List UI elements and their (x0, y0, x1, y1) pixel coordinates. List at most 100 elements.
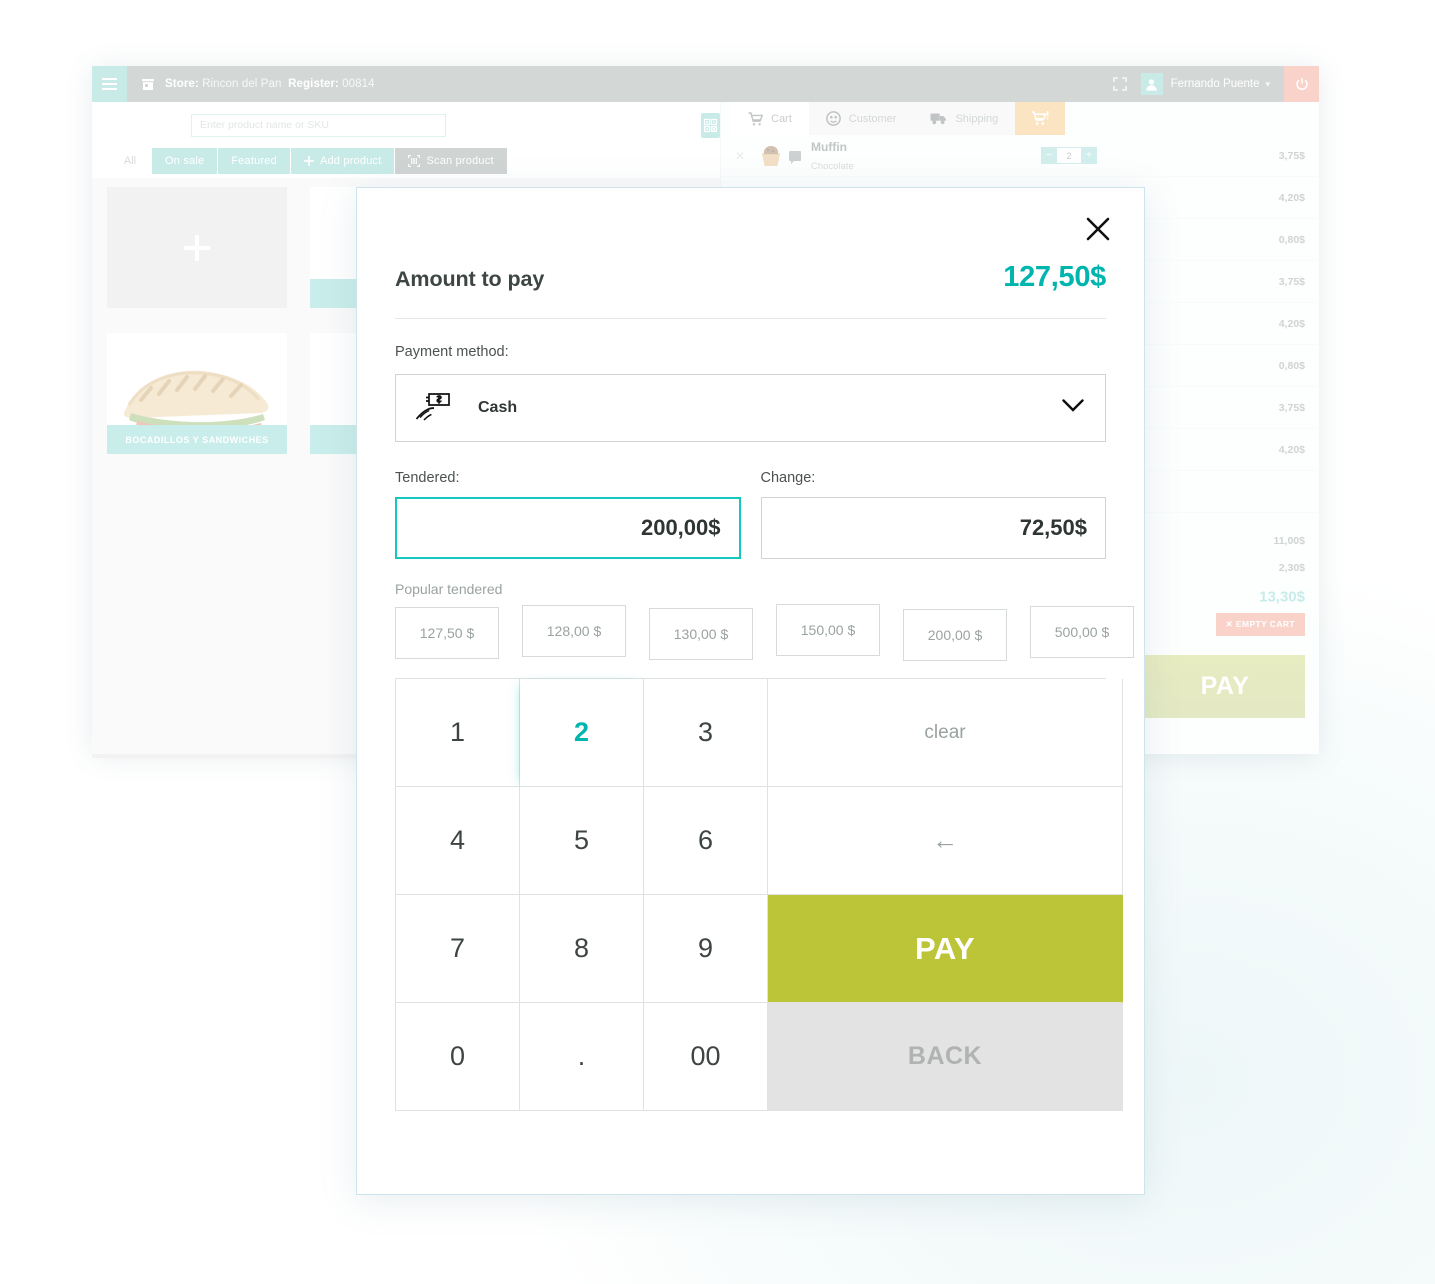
keypad-key-4[interactable]: 4 (396, 787, 520, 895)
plus-icon (303, 156, 314, 166)
cart-item-price: 4,20$ (1278, 317, 1305, 330)
cart-item-price: 4,20$ (1278, 191, 1305, 204)
quantity-decrease-button[interactable]: − (1041, 147, 1057, 164)
avatar[interactable] (1140, 73, 1163, 95)
modal-divider (395, 318, 1106, 319)
search-input[interactable] (191, 113, 447, 137)
register-label: Register: (288, 78, 339, 90)
tab-label: Shipping (955, 112, 999, 125)
keypad-key-6[interactable]: 6 (644, 787, 768, 895)
tab-label: Cart (771, 112, 792, 125)
register-number: 00814 (342, 78, 375, 90)
power-icon (1295, 78, 1308, 90)
keypad-key-double-zero[interactable]: 00 (644, 1003, 768, 1111)
fullscreen-icon (1112, 77, 1127, 91)
note-icon[interactable] (789, 150, 801, 164)
cart-item-price: 3,75$ (1278, 149, 1305, 162)
cart-item-name: Muffin (811, 139, 847, 154)
keypad-key-5[interactable]: 5 (520, 787, 644, 895)
tab-cart[interactable]: Cart (731, 102, 809, 135)
filter-chip-label: Featured (231, 155, 277, 167)
payment-method-label: Payment method: (395, 344, 509, 360)
close-icon (1086, 217, 1110, 241)
change-label: Change: (760, 470, 816, 486)
hamburger-menu-button[interactable] (92, 66, 127, 102)
popular-tendered-label: Popular tendered (395, 581, 503, 597)
quantity-increase-button[interactable]: + (1081, 147, 1097, 164)
filter-tab-all[interactable]: All (108, 148, 152, 174)
keypad-key-7[interactable]: 7 (396, 895, 520, 1003)
remove-item-icon[interactable]: ✕ (735, 149, 757, 163)
quantity-stepper[interactable]: − 2 + (1041, 147, 1097, 164)
shopping-cart-icon (748, 111, 763, 125)
modal-close-button[interactable] (1083, 214, 1113, 244)
muffin-image (757, 144, 785, 168)
app-top-bar: Store: Rincon del Pan Register: 00814 Fe… (92, 66, 1319, 102)
chevron-down-icon[interactable] (1062, 399, 1084, 417)
product-card-caption: BOCADILLOS Y SANDWICHES (107, 425, 287, 454)
screen: Store: Rincon del Pan Register: 00814 Fe… (0, 0, 1435, 1284)
cart-tax-value: 2,30$ (1278, 561, 1305, 574)
quantity-value[interactable]: 2 (1057, 147, 1081, 164)
filter-chip-on-sale[interactable]: On sale (152, 148, 218, 174)
keypad-clear-button[interactable]: clear (768, 679, 1123, 787)
product-card-sandwiches[interactable]: BOCADILLOS Y SANDWICHES (107, 333, 287, 454)
amount-to-pay-value: 127,50$ (1003, 261, 1106, 293)
keypad-back-button[interactable]: BACK (768, 1003, 1123, 1111)
cart-pay-button[interactable]: PAY (1145, 655, 1305, 718)
popular-tendered-button[interactable]: 500,00 $ (1030, 606, 1134, 658)
change-value: 72,50$ (760, 497, 1106, 559)
fullscreen-button[interactable] (1099, 77, 1141, 91)
hamburger-icon (102, 83, 117, 85)
search-row (92, 102, 720, 148)
cart-total-value: 13,30$ (1259, 588, 1305, 606)
keypad-backspace-button[interactable]: ← (768, 787, 1123, 895)
truck-icon (930, 113, 947, 125)
tab-cart-alert[interactable] (1015, 102, 1066, 135)
calculator-button[interactable] (701, 112, 720, 138)
user-name: Fernando Puente (1170, 78, 1260, 90)
popular-tendered-button[interactable]: 150,00 $ (776, 604, 880, 656)
power-logout-button[interactable] (1284, 66, 1319, 102)
cart-item-price: 3,75$ (1278, 275, 1305, 288)
empty-cart-label: EMPTY CART (1235, 619, 1295, 629)
keypad-key-decimal[interactable]: . (520, 1003, 644, 1111)
keypad-key-2[interactable]: 2 (520, 679, 644, 787)
cart-line-item[interactable]: ✕ Muffin Chocolate − 2 + 3,75$ (721, 135, 1319, 177)
tab-shipping[interactable]: Shipping (913, 102, 1016, 135)
popular-tendered-button[interactable]: 200,00 $ (903, 609, 1007, 661)
keypad-key-9[interactable]: 9 (644, 895, 768, 1003)
tab-label: Customer (848, 112, 897, 125)
modal-title: Amount to pay (395, 267, 545, 291)
keypad-pay-button[interactable]: PAY (768, 895, 1123, 1003)
store-icon (141, 78, 155, 91)
keypad-key-0[interactable]: 0 (396, 1003, 520, 1111)
filter-chip-featured[interactable]: Featured (218, 148, 290, 174)
popular-tendered-button[interactable]: 127,50 $ (395, 607, 499, 659)
payment-method-select[interactable]: Cash (395, 374, 1106, 442)
cart-item-price: 0,80$ (1278, 359, 1305, 372)
close-icon: ✕ (1225, 619, 1234, 629)
filter-row: All On sale Featured Add product Scan pr… (92, 148, 720, 174)
scan-product-button[interactable]: Scan product (395, 148, 507, 174)
modal-header: Amount to pay 127,50$ (395, 188, 1106, 294)
keypad-key-8[interactable]: 8 (520, 895, 644, 1003)
popular-tendered-button[interactable]: 128,00 $ (522, 605, 626, 657)
chevron-down-icon[interactable]: ▾ (1265, 79, 1270, 90)
store-label: Store: (165, 78, 199, 90)
numeric-keypad: 1 2 3 clear 4 5 6 ← 7 8 9 PAY 0 . 00 BAC… (395, 678, 1123, 1111)
calculator-icon (703, 118, 718, 132)
empty-cart-button[interactable]: ✕ EMPTY CART (1215, 613, 1305, 636)
cart-alert-icon (1031, 111, 1049, 125)
add-product-button[interactable]: Add product (290, 148, 395, 174)
tab-customer[interactable]: Customer (808, 102, 914, 135)
tendered-input[interactable]: 200,00$ (395, 497, 741, 559)
cart-item-price: 3,75$ (1278, 401, 1305, 414)
tendered-field-group: Tendered: 200,00$ (395, 470, 741, 559)
keypad-key-1[interactable]: 1 (396, 679, 520, 787)
keypad-key-3[interactable]: 3 (644, 679, 768, 787)
change-field-group: Change: 72,50$ (760, 470, 1106, 559)
popular-tendered-button[interactable]: 130,00 $ (649, 608, 753, 660)
filter-chip-label: On sale (165, 155, 205, 167)
product-card-add-placeholder[interactable] (107, 187, 287, 308)
